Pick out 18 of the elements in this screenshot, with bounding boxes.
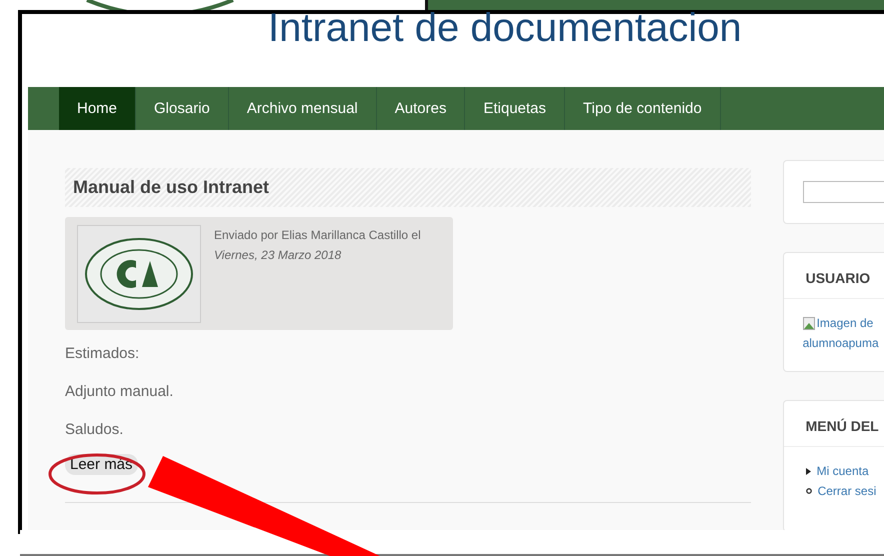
date-text: Viernes, 23 Marzo 2018 xyxy=(214,247,342,264)
broken-image-icon xyxy=(802,316,815,330)
body-paragraph: Saludos. xyxy=(65,420,124,439)
site-title: Intranet de documentacion xyxy=(268,8,742,48)
triangle-bullet-icon xyxy=(806,468,811,474)
body-paragraph: Adjunto manual. xyxy=(65,382,174,401)
card-heading: USUARIO xyxy=(784,253,884,299)
card-heading: MENÚ DEL xyxy=(784,401,884,447)
menu-link[interactable]: Cerrar sesi xyxy=(806,481,884,501)
user-image-link[interactable]: Imagen de xyxy=(802,313,884,333)
nav-tab[interactable]: Home xyxy=(59,87,136,130)
submitted-by-text: Enviado por Elias Marillanca Castillo el xyxy=(214,227,421,244)
circle-bullet-icon xyxy=(806,488,812,494)
username-link[interactable]: alumnoapuma xyxy=(802,333,884,353)
article-title: Manual de uso Intranet xyxy=(65,168,751,207)
menu-link[interactable]: Mi cuenta xyxy=(806,461,884,481)
body-paragraph: Estimados: xyxy=(65,344,140,363)
search-field[interactable] xyxy=(802,181,884,203)
